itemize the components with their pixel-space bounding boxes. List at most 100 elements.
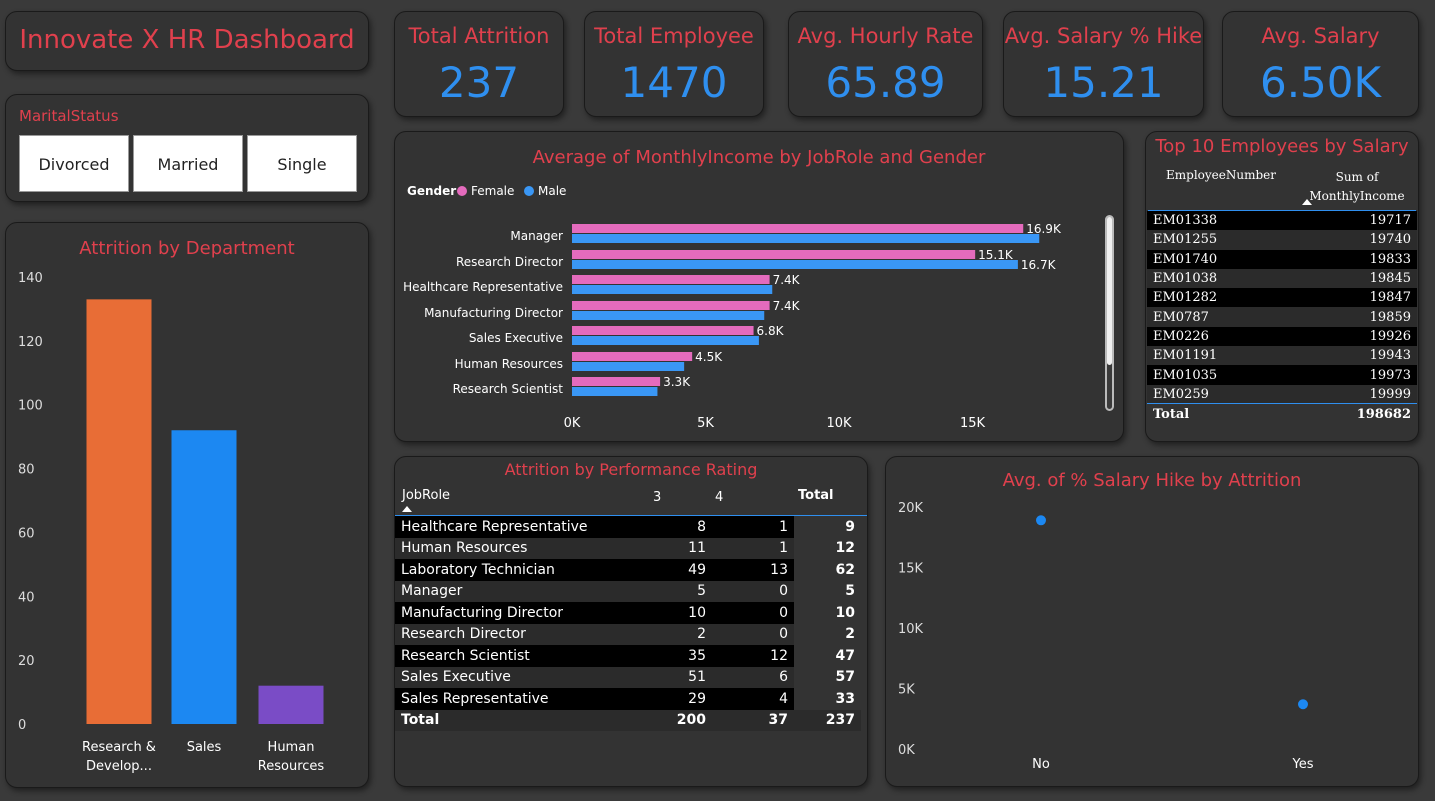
rating-cell: 13 xyxy=(712,559,794,581)
kpi-label: Avg. Salary % Hike xyxy=(1004,24,1203,48)
x-tick-label: 0K xyxy=(564,416,581,431)
total-cell: 10 xyxy=(835,604,855,621)
column-header-rating-3[interactable]: 3 xyxy=(653,490,661,505)
female-bar xyxy=(572,275,770,284)
employee-number-cell: EM01282 xyxy=(1153,290,1218,306)
top10-employees-card: Top 10 Employees by Salary EmployeeNumbe… xyxy=(1145,131,1419,442)
kpi-value: 237 xyxy=(438,58,520,107)
jobrole-cell: Laboratory Technician xyxy=(395,559,648,581)
male-bar xyxy=(572,387,658,396)
y-tick-label: 5K xyxy=(898,683,915,698)
employee-number-cell: EM01038 xyxy=(1153,271,1218,287)
legend-label: Male xyxy=(538,184,566,198)
female-bar xyxy=(572,250,976,259)
table-row: Manager 5 0 5 xyxy=(395,580,861,602)
jobrole-cell: Sales Executive xyxy=(395,666,648,688)
income-by-jobrole-chart: Gender Female Male 0K 5K 10K 15K Manager 16.9K Re… xyxy=(403,184,1062,431)
attrition-by-department-card: Attrition by Department 0 20 40 60 80 100 120 1… xyxy=(5,222,369,788)
header-line: MonthlyIncome xyxy=(1309,189,1405,203)
jobrole-cell: Healthcare Representative xyxy=(395,516,648,538)
income-cell: 19845 xyxy=(1369,271,1411,287)
slicer-title: MaritalStatus xyxy=(19,107,119,125)
y-tick-label: 20 xyxy=(18,654,35,669)
y-tick-label: 120 xyxy=(18,335,43,350)
column-header-jobrole[interactable]: JobRole xyxy=(402,488,450,503)
rating-cell: 6 xyxy=(712,666,794,688)
sort-ascending-icon[interactable] xyxy=(402,506,412,512)
table-row: EM0259 19999 xyxy=(1147,384,1417,404)
income-cell: 19717 xyxy=(1369,213,1411,229)
column-header-employee[interactable]: EmployeeNumber xyxy=(1166,168,1276,182)
table-title: Top 10 Employees by Salary xyxy=(1155,136,1409,157)
y-tick-label: 15K xyxy=(898,562,924,577)
male-bar xyxy=(572,362,685,371)
x-tick-label: 15K xyxy=(960,416,986,431)
income-cell: 19847 xyxy=(1369,290,1411,306)
table-row: Healthcare Representative 8 1 9 xyxy=(395,516,861,538)
kpi-total-employee: Total Employee 1470 xyxy=(584,11,764,117)
category-label: Healthcare Representative xyxy=(403,280,563,294)
table-row: EM01338 19717 xyxy=(1147,211,1417,231)
table-row: EM01255 19740 xyxy=(1147,230,1417,250)
employee-number-cell: EM01191 xyxy=(1153,348,1218,364)
y-tick-label: 140 xyxy=(18,271,43,286)
slicer-option-married[interactable]: Married xyxy=(133,135,243,192)
table-row: Research Director 2 0 2 xyxy=(395,623,861,645)
kpi-avg-salary-hike: Avg. Salary % Hike 15.21 xyxy=(1003,11,1204,117)
column-header-total[interactable]: Total xyxy=(798,488,834,503)
chart-scrollbar[interactable] xyxy=(1105,215,1114,411)
sort-ascending-icon[interactable] xyxy=(1302,199,1312,205)
slicer-option-single[interactable]: Single xyxy=(247,135,357,192)
data-point xyxy=(1036,515,1046,526)
category-label: Human Resources xyxy=(455,357,563,371)
female-bar xyxy=(572,224,1024,233)
jobrole-cell: Manufacturing Director xyxy=(395,602,648,624)
employee-number-cell: EM0259 xyxy=(1153,386,1209,402)
bar-2 xyxy=(258,685,324,724)
total-label: Total xyxy=(395,709,648,731)
total-label: Total xyxy=(1153,406,1190,422)
column-header-income[interactable]: Sum of MonthlyIncome xyxy=(1302,168,1412,206)
slicer-option-divorced[interactable]: Divorced xyxy=(19,135,129,192)
rating-cell: 0 xyxy=(712,602,794,624)
column-header-rating-4[interactable]: 4 xyxy=(715,490,723,505)
performance-table: Healthcare Representative 8 1 9 Human Resour… xyxy=(395,516,861,731)
scrollbar-thumb[interactable] xyxy=(1107,217,1112,365)
kpi-label: Total Employee xyxy=(594,24,754,48)
jobrole-cell: Research Director xyxy=(395,623,648,645)
male-bar xyxy=(572,336,759,345)
total-cell: 9 xyxy=(845,518,855,535)
y-tick-label: 60 xyxy=(18,526,35,541)
data-label: 3.3K xyxy=(663,375,691,389)
x-tick-label: Develop... xyxy=(86,759,152,774)
legend-label: Female xyxy=(471,184,514,198)
data-label: 15.1K xyxy=(978,248,1014,262)
bar-0 xyxy=(86,299,152,724)
income-cell: 19973 xyxy=(1369,367,1411,383)
total-cell: 47 xyxy=(835,647,855,664)
total-row: Total 198682 xyxy=(1147,403,1417,424)
kpi-value: 6.50K xyxy=(1259,58,1382,107)
table-row: EM01282 19847 xyxy=(1147,288,1417,308)
data-label: 4.5K xyxy=(695,350,723,364)
jobrole-cell: Sales Representative xyxy=(395,688,648,710)
y-tick-label: 10K xyxy=(898,622,924,637)
y-tick-label: 80 xyxy=(18,463,35,478)
top10-table: EM01338 19717 EM01255 19740 EM01740 19833 EM01… xyxy=(1147,211,1417,424)
rating-cell: 11 xyxy=(648,537,712,559)
table-row: EM01740 19833 xyxy=(1147,249,1417,269)
kpi-label: Avg. Salary xyxy=(1261,24,1380,48)
total-value: 237 xyxy=(794,709,861,731)
income-by-jobrole-card: Average of MonthlyIncome by JobRole and … xyxy=(394,131,1124,442)
y-tick-label: 40 xyxy=(18,590,35,605)
marital-status-slicer: MaritalStatus Divorced Married Single xyxy=(5,94,369,202)
data-label: 6.8K xyxy=(757,324,785,338)
income-cell: 19926 xyxy=(1369,328,1411,344)
rating-cell: 0 xyxy=(712,580,794,602)
y-tick-label: 20K xyxy=(898,501,924,516)
x-tick-label: Resources xyxy=(258,759,325,774)
male-bar xyxy=(572,234,1040,243)
table-row: EM01191 19943 xyxy=(1147,346,1417,366)
kpi-label: Total Attrition xyxy=(408,24,550,48)
male-bar xyxy=(572,260,1018,269)
